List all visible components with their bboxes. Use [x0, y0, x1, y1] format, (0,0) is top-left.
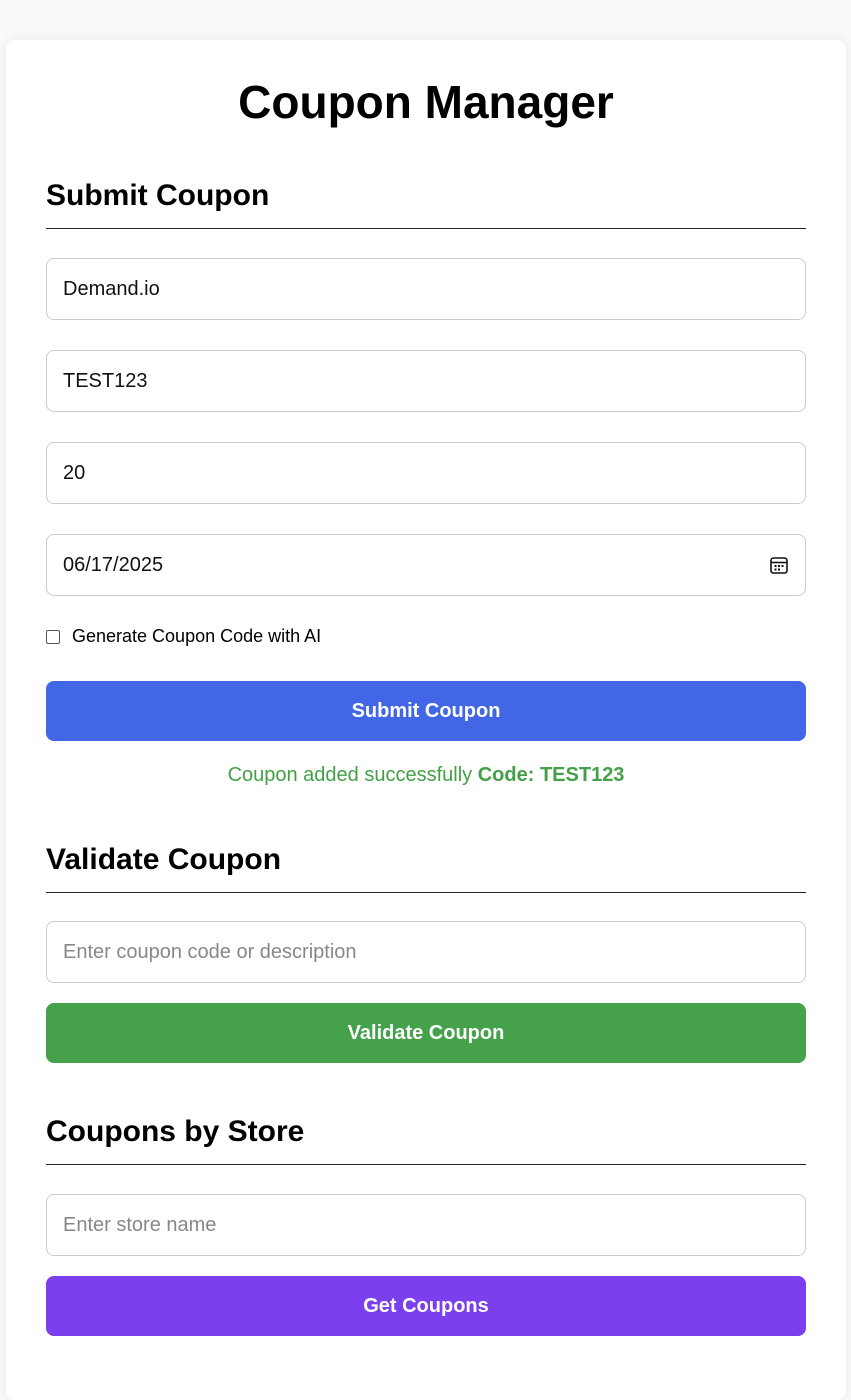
validate-coupon-button[interactable]: Validate Coupon	[46, 1003, 806, 1063]
success-message-text: Coupon added successfully	[227, 764, 473, 786]
submit-coupon-heading: Submit Coupon	[46, 178, 806, 229]
submit-coupon-button[interactable]: Submit Coupon	[46, 681, 806, 741]
expiry-date-field[interactable]: 06/17/2025	[46, 534, 806, 596]
validate-coupon-field[interactable]	[46, 921, 806, 983]
coupon-code-field[interactable]	[46, 350, 806, 412]
get-coupons-button[interactable]: Get Coupons	[46, 1276, 806, 1336]
ai-generate-label: Generate Coupon Code with AI	[72, 626, 322, 646]
coupon-code-input[interactable]	[63, 369, 789, 393]
discount-field[interactable]	[46, 442, 806, 504]
validate-coupon-heading: Validate Coupon	[46, 842, 806, 893]
success-message-code: Code: TEST123	[477, 764, 625, 786]
ai-generate-checkbox[interactable]	[46, 629, 60, 644]
calendar-icon[interactable]	[769, 555, 789, 575]
ai-generate-option[interactable]: Generate Coupon Code with AI	[46, 626, 321, 647]
store-name-input[interactable]	[63, 277, 789, 301]
store-name-field[interactable]	[46, 258, 806, 320]
discount-input[interactable]	[63, 461, 789, 485]
page-title: Coupon Manager	[238, 76, 614, 128]
coupons-by-store-heading: Coupons by Store	[46, 1114, 806, 1165]
validate-coupon-input[interactable]	[63, 940, 789, 964]
coupon-manager-card: Coupon Manager Submit Coupon 06/17/2025 …	[6, 40, 846, 1400]
store-search-input[interactable]	[63, 1213, 789, 1237]
success-message: Coupon added successfully Code: TEST123	[46, 764, 806, 787]
store-search-field[interactable]	[46, 1194, 806, 1256]
expiry-date-value: 06/17/2025	[63, 553, 164, 576]
